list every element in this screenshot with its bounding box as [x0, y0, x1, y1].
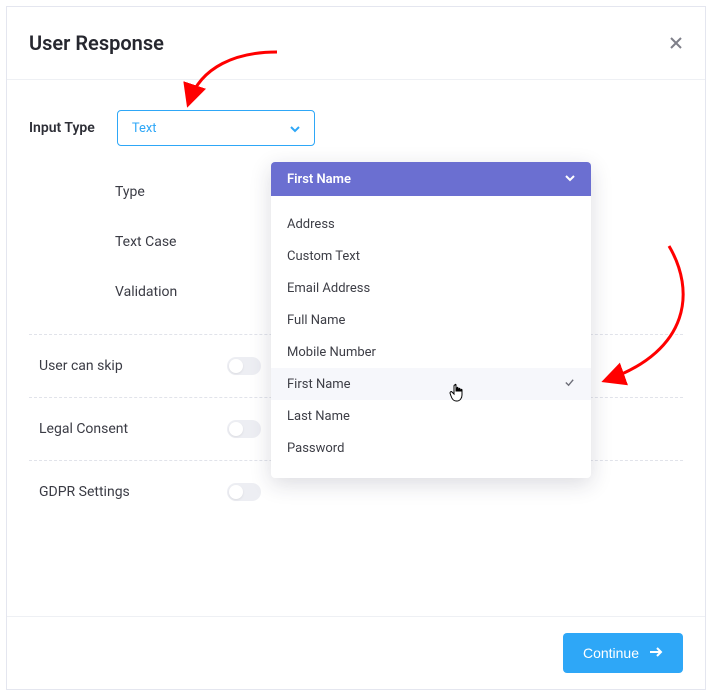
type-dropdown-list: Address Custom Text Email Address Full N… [271, 196, 591, 478]
dropdown-item-last-name[interactable]: Last Name [271, 400, 591, 432]
validation-label: Validation [115, 284, 265, 300]
user-response-modal: User Response Input Type Text Type Text … [6, 6, 706, 690]
dropdown-item-email-address[interactable]: Email Address [271, 272, 591, 304]
continue-button[interactable]: Continue [563, 633, 683, 673]
input-type-label: Input Type [29, 120, 95, 136]
modal-header: User Response [7, 7, 705, 80]
type-dropdown-header[interactable]: First Name [271, 162, 591, 196]
user-can-skip-toggle[interactable] [227, 357, 261, 375]
dropdown-item-first-name[interactable]: First Name [271, 368, 591, 400]
close-icon[interactable] [669, 36, 683, 50]
dropdown-item-password[interactable]: Password [271, 432, 591, 464]
dropdown-item-address[interactable]: Address [271, 208, 591, 240]
legal-consent-label: Legal Consent [39, 421, 227, 437]
user-can-skip-label: User can skip [39, 358, 227, 374]
chevron-down-icon [290, 119, 300, 138]
modal-title: User Response [29, 31, 164, 55]
check-icon [564, 377, 575, 392]
arrow-right-icon [649, 645, 663, 661]
type-label: Type [115, 184, 265, 200]
input-type-value: Text [132, 121, 157, 136]
type-dropdown-selected: First Name [287, 172, 351, 187]
modal-footer: Continue [7, 616, 705, 689]
dropdown-item-full-name[interactable]: Full Name [271, 304, 591, 336]
input-type-select[interactable]: Text [117, 110, 315, 146]
dropdown-item-custom-text[interactable]: Custom Text [271, 240, 591, 272]
chevron-down-icon [565, 172, 575, 187]
type-dropdown: First Name Address Custom Text Email Add… [271, 162, 591, 478]
modal-body: Input Type Text Type Text Case Validatio… [7, 80, 705, 616]
input-type-row: Input Type Text [29, 110, 683, 146]
continue-label: Continue [583, 645, 639, 661]
legal-consent-toggle[interactable] [227, 420, 261, 438]
dropdown-item-mobile-number[interactable]: Mobile Number [271, 336, 591, 368]
gdpr-settings-toggle[interactable] [227, 483, 261, 501]
gdpr-settings-label: GDPR Settings [39, 484, 227, 500]
text-case-label: Text Case [115, 234, 265, 250]
